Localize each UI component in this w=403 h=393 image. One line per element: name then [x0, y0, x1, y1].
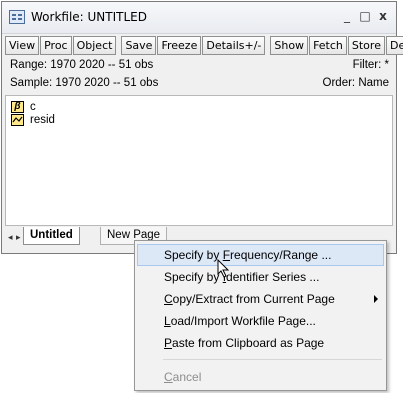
scroll-right-icon[interactable]: ▸	[16, 233, 21, 243]
delete-button[interactable]: Del	[385, 36, 403, 55]
mouse-cursor-icon	[217, 259, 230, 278]
details-button[interactable]: Details+/-	[202, 36, 266, 55]
freeze-button[interactable]: Freeze	[157, 36, 202, 55]
menu-item-specify-frequency[interactable]: Specify by Frequency/Range ...	[137, 244, 384, 266]
menu-item-specify-identifier[interactable]: Specify by Identifier Series ...	[137, 266, 384, 288]
view-button[interactable]: View	[5, 36, 40, 55]
workfile-window: Workfile: UNTITLED _ □ x View Proc Objec…	[1, 1, 403, 254]
scroll-left-icon[interactable]: ◂	[8, 233, 13, 243]
show-button[interactable]: Show	[270, 36, 309, 55]
range-text[interactable]: Range: 1970 2020 -- 51 obs	[10, 59, 153, 71]
window-title: Workfile: UNTITLED	[31, 10, 147, 24]
menu-separator	[163, 359, 382, 360]
save-button[interactable]: Save	[121, 36, 157, 55]
menu-item-load-import[interactable]: Load/Import Workfile Page...	[137, 310, 384, 332]
close-button[interactable]: x	[375, 8, 391, 24]
submenu-arrow-icon	[374, 295, 378, 303]
object-list: β c resid	[5, 95, 393, 226]
minimize-button[interactable]: _	[339, 8, 355, 24]
tab-untitled[interactable]: Untitled	[23, 227, 80, 245]
object-button[interactable]: Object	[72, 36, 117, 55]
new-page-context-menu: Specify by Frequency/Range ... Specify b…	[134, 240, 387, 391]
workfile-toolbar: View Proc Object Save Freeze Details+/- …	[5, 36, 403, 55]
title-bar[interactable]: Workfile: UNTITLED _ □ x	[2, 2, 396, 34]
order-text[interactable]: Order: Name	[323, 77, 389, 89]
coefficient-icon: β	[11, 101, 24, 113]
menu-item-copy-extract[interactable]: Copy/Extract from Current Page	[137, 288, 384, 310]
object-name: resid	[30, 114, 55, 126]
filter-text[interactable]: Filter: *	[353, 59, 389, 71]
sample-text[interactable]: Sample: 1970 2020 -- 51 obs	[10, 77, 158, 89]
menu-item-paste-clipboard[interactable]: Paste from Clipboard as Page	[137, 332, 384, 354]
series-icon	[11, 114, 24, 126]
fetch-button[interactable]: Fetch	[309, 36, 347, 55]
workfile-icon	[9, 10, 25, 24]
store-button[interactable]: Store	[347, 36, 385, 55]
maximize-button[interactable]: □	[357, 8, 373, 24]
proc-button[interactable]: Proc	[40, 36, 72, 55]
menu-item-cancel[interactable]: Cancel	[137, 366, 384, 388]
object-name: c	[30, 101, 36, 113]
